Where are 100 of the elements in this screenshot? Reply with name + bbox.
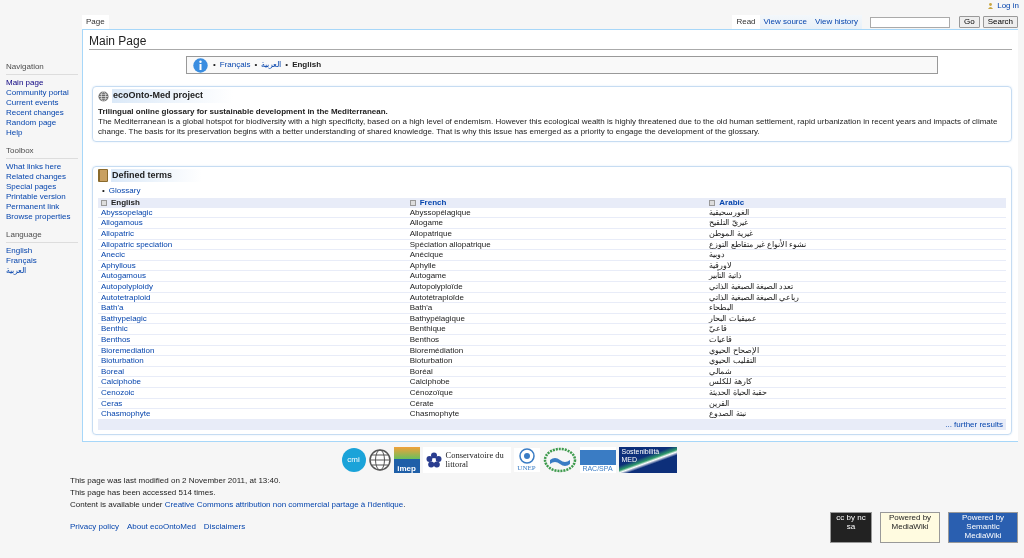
sidebar-link[interactable]: Recent changes [6,108,82,118]
search-button[interactable]: Search [982,16,1018,28]
intro-text: The Mediterranean is a global hotspot for biodiversity with a high specificity, based on a high level of endemism. However this ecological wealth is highly threatened due to the old human settlement, rapid urbanization in recent years and impacts of climate change. The basis for its preservation begins with a better understanding of shared knowledge. That is why this issue has emerged as a priority to engage the development of the glossary. [98,116,999,137]
tab[interactable]: Read [732,15,760,29]
table-cell: Anécique [409,250,444,260]
table-cell: نشوء الأنواع غير متقاطع التوزع [709,239,807,249]
table-cell: Spéciation allopatrique [409,239,491,249]
table-cell: قاعيّ [709,324,728,334]
term-link[interactable]: Benthic [101,324,128,334]
table-cell: قاعيات [709,335,733,344]
language-link[interactable]: Français [219,60,251,71]
column-header[interactable]: English [98,197,407,208]
bullet: • [285,60,289,71]
term-link[interactable]: Autopolyploidy [101,282,154,292]
tab[interactable]: Page [82,15,109,29]
term-link[interactable]: Calciphobe [101,377,142,387]
language-link[interactable]: العربية [261,60,282,71]
footer-link[interactable]: Disclaimers [203,521,246,532]
table-cell: Aphylle [409,260,436,270]
term-link[interactable]: Allogamous [101,218,143,228]
table-cell: Cénozoïque [409,388,453,397]
term-link[interactable]: Ceras [101,398,123,408]
footer-link[interactable]: Privacy policy [70,521,119,532]
sidebar-link[interactable]: Community portal [6,88,82,98]
powered-badge[interactable]: Powered by MediaWiki [880,512,940,543]
glossary-link[interactable]: Glossary [108,185,141,196]
sort-icon [709,199,716,206]
table-cell: التقليب الحيوي [709,356,756,366]
table-cell: Bioturbation [409,356,453,366]
term-link[interactable]: Anecic [101,250,125,260]
sidebar-heading: Language [6,230,78,243]
search-field[interactable] [869,17,950,28]
table-cell: نبتة الصدوع [709,409,746,419]
bullet: • [213,60,216,71]
table-cell: كارهة للكلس [709,377,752,387]
term-link[interactable]: Chasmophyte [101,409,151,419]
partner-logo: Conservatoire du littoral [422,447,511,474]
sidebar-link[interactable]: Special pages [6,182,82,192]
table-cell: رباعي الصيغة الصبغية الذاتي [709,292,799,302]
language-link[interactable]: English [292,60,321,71]
sidebar-link[interactable]: العربية [6,266,82,276]
table-cell: Chasmophyte [409,409,460,419]
footer-link[interactable]: About ecoOntoMed [126,521,196,532]
page-title: Main Page [89,34,1012,51]
wreath-logo [542,447,577,474]
globe-icon [98,90,109,102]
tab[interactable]: View source [759,15,811,29]
table-cell: Autopolyploïde [409,282,463,292]
table-cell: القرين [709,398,730,408]
table-cell: Allogame [409,218,444,228]
go-button[interactable]: Go [958,16,980,28]
table-cell: Calciphobe [409,377,450,387]
term-link[interactable]: Cenozoic [101,388,135,397]
license-text: Content is available under Creative Commons attribution non commercial partage à l'identique. [70,500,407,511]
term-link[interactable]: Allopatric speciation [101,239,173,249]
term-link[interactable]: Abyssopelagic [101,207,153,217]
term-link[interactable]: Bioturbation [101,356,144,366]
sort-icon [409,199,416,206]
sidebar-link[interactable]: Current events [6,98,82,108]
term-link[interactable]: Allopatric [101,229,134,239]
powered-badge[interactable]: Powered by Semantic MediaWiki [948,512,1018,543]
sidebar-link[interactable]: Related changes [6,172,82,182]
sidebar-link[interactable]: Permanent link [6,202,82,212]
login-link[interactable]: Log in [988,1,1019,11]
term-link[interactable]: Benthos [101,335,131,344]
term-link[interactable]: Boreal [101,366,125,376]
term-link[interactable]: Autotetraploid [101,292,151,302]
term-link[interactable]: Bioremediation [101,345,155,355]
table-cell: Benthique [409,324,446,334]
table-cell: Autotétraploïde [409,292,464,302]
sidebar-link[interactable]: What links here [6,162,82,172]
table-cell: Cérate [409,398,434,408]
table-cell: الغورسحيقية [709,207,750,217]
table-cell: البطحاء [709,303,734,313]
term-link[interactable]: Bath'a [101,303,124,313]
book-icon [98,168,108,182]
term-link[interactable]: Aphyllous [101,260,136,270]
sidebar-link[interactable]: Browse properties [6,212,82,222]
sidebar-link[interactable]: Français [6,256,82,266]
sidebar-link[interactable]: Printable version [6,192,82,202]
license-badge[interactable]: cc by nc sa [830,512,872,543]
table-cell: Boréal [409,366,433,376]
column-header[interactable]: French [406,197,707,208]
partner-logo: cmi [341,448,366,473]
sidebar-link[interactable]: Main page [6,78,82,88]
table-cell: Autogame [409,271,447,281]
term-link[interactable]: Bathypelagic [101,313,147,323]
tab[interactable]: View history [811,15,862,29]
sidebar-link[interactable]: English [6,246,82,256]
table-cell: عميقيات البحار [709,313,757,323]
partner-logo: imep [393,447,420,474]
term-link[interactable]: Autogamous [101,271,146,281]
sidebar-link[interactable]: Help [6,128,82,138]
table-cell: حقبة الحياة الحديثة [709,388,767,397]
last-modified-text: This page was last modified on 2 November 2011, at 13:40. [70,476,282,487]
further-results-link[interactable]: ... further results [945,419,1003,429]
sidebar-link[interactable]: Random page [6,118,82,128]
table-cell: الإصحاح الحيوي [709,345,759,355]
column-header[interactable]: Arabic [706,197,1006,208]
table-cell: Abyssopélagique [409,207,471,217]
